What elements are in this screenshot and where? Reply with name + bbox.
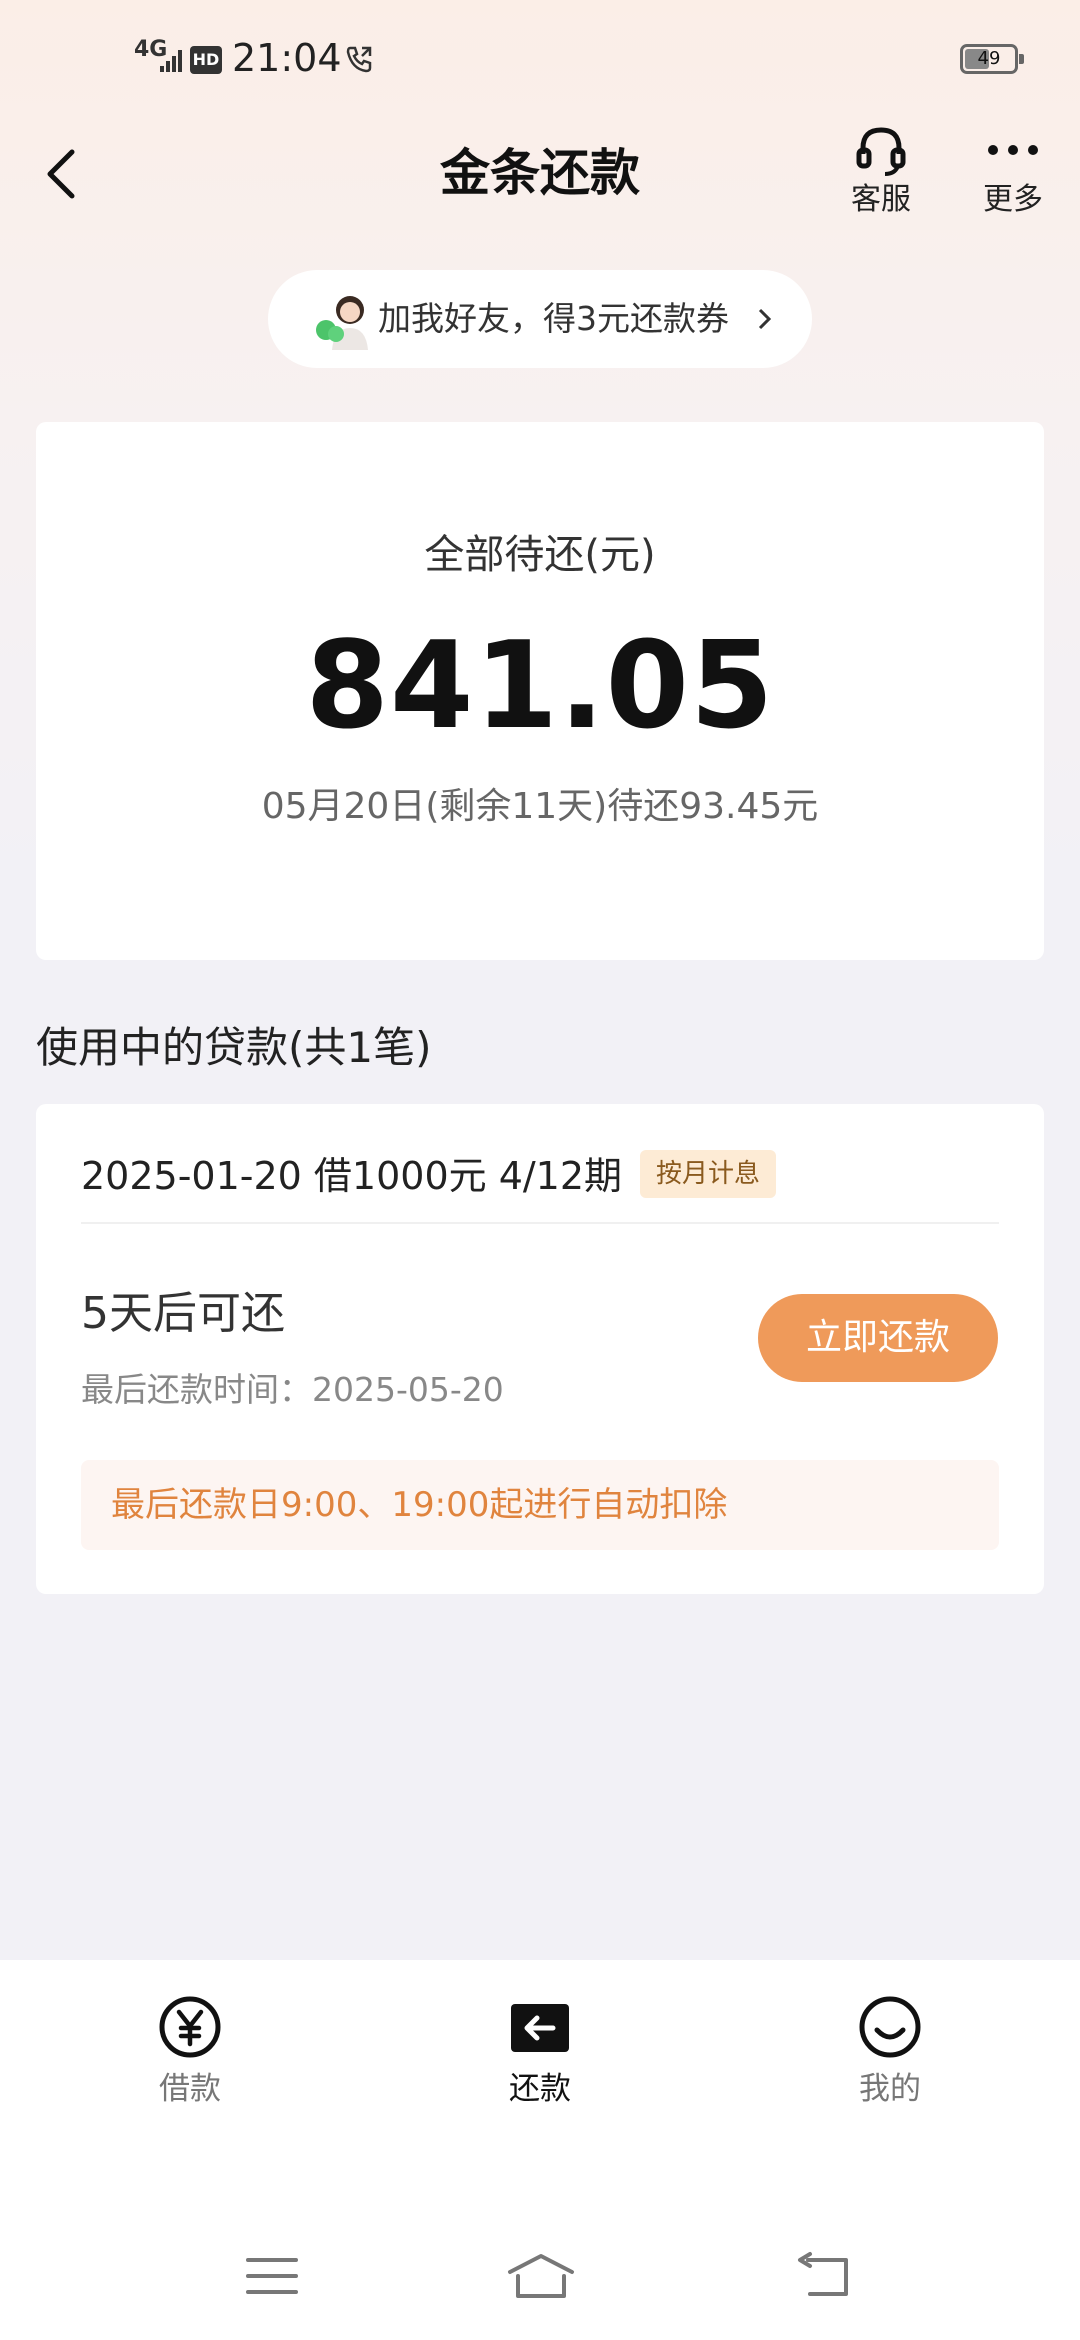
headset-icon (856, 127, 906, 176)
battery-icon: 49 (960, 44, 1024, 74)
more-label: 更多 (983, 182, 1043, 217)
more-button[interactable]: 更多 (968, 120, 1058, 230)
auto-deduction-notice: 最后还款日9:00、19:00起进行自动扣除 (81, 1460, 999, 1550)
loans-section-title: 使用中的贷款(共1笔) (36, 1023, 432, 1072)
customer-service-button[interactable]: 客服 (836, 120, 926, 230)
promo-text: 加我好友，得3元还款券 (378, 299, 729, 338)
total-due-amount: 841.05 (305, 617, 775, 756)
smile-icon (859, 1996, 921, 2058)
repayment-summary-card: 全部待还(元) 841.05 05月20日(剩余11天)待还93.45元 (36, 422, 1044, 960)
loan-card[interactable]: 2025-01-20 借1000元 4/12期 按月计息 5天后可还 最后还款时… (36, 1104, 1044, 1594)
chevron-right-icon (758, 308, 772, 330)
header: 金条还款 客服 更多 (0, 120, 1080, 250)
nav-label-mine: 我的 (859, 2071, 921, 2107)
add-friend-promo[interactable]: 加我好友，得3元还款券 (268, 270, 812, 368)
back-icon[interactable] (796, 2250, 852, 2302)
divider (81, 1222, 999, 1224)
loan-deadline: 最后还款时间：2025-05-20 (81, 1370, 504, 1409)
battery-level: 49 (977, 48, 1001, 69)
back-arrow-icon[interactable] (36, 132, 96, 212)
nav-item-mine[interactable]: 我的 (790, 1994, 990, 2114)
signal-icon (160, 48, 186, 72)
more-dots-icon (988, 145, 1038, 155)
nav-item-borrow[interactable]: 借款 (90, 1994, 290, 2114)
customer-service-label: 客服 (851, 182, 911, 217)
loan-status: 5天后可还 (81, 1288, 285, 1339)
yen-circle-icon (159, 1996, 221, 2058)
interest-type-badge: 按月计息 (640, 1150, 777, 1198)
pay-now-button[interactable]: 立即还款 (758, 1294, 998, 1382)
status-bar: 4G HD 21:04 49 (0, 0, 1080, 120)
call-forward-icon (346, 46, 372, 73)
nav-label-repay: 还款 (509, 2071, 571, 2107)
status-time: 21:04 (232, 36, 342, 80)
nav-item-repay[interactable]: 还款 (440, 1994, 640, 2114)
loan-summary: 2025-01-20 借1000元 4/12期 (81, 1154, 623, 1198)
agent-avatar-icon (316, 296, 368, 350)
home-icon[interactable] (506, 2250, 576, 2302)
nav-label-borrow: 借款 (159, 2071, 221, 2107)
next-due-info: 05月20日(剩余11天)待还93.45元 (261, 786, 819, 827)
total-due-label: 全部待还(元) (424, 532, 656, 578)
page-title: 金条还款 (440, 144, 640, 202)
menu-icon[interactable] (244, 2250, 300, 2302)
return-arrow-icon (511, 2004, 569, 2052)
hd-badge: HD (190, 46, 222, 74)
